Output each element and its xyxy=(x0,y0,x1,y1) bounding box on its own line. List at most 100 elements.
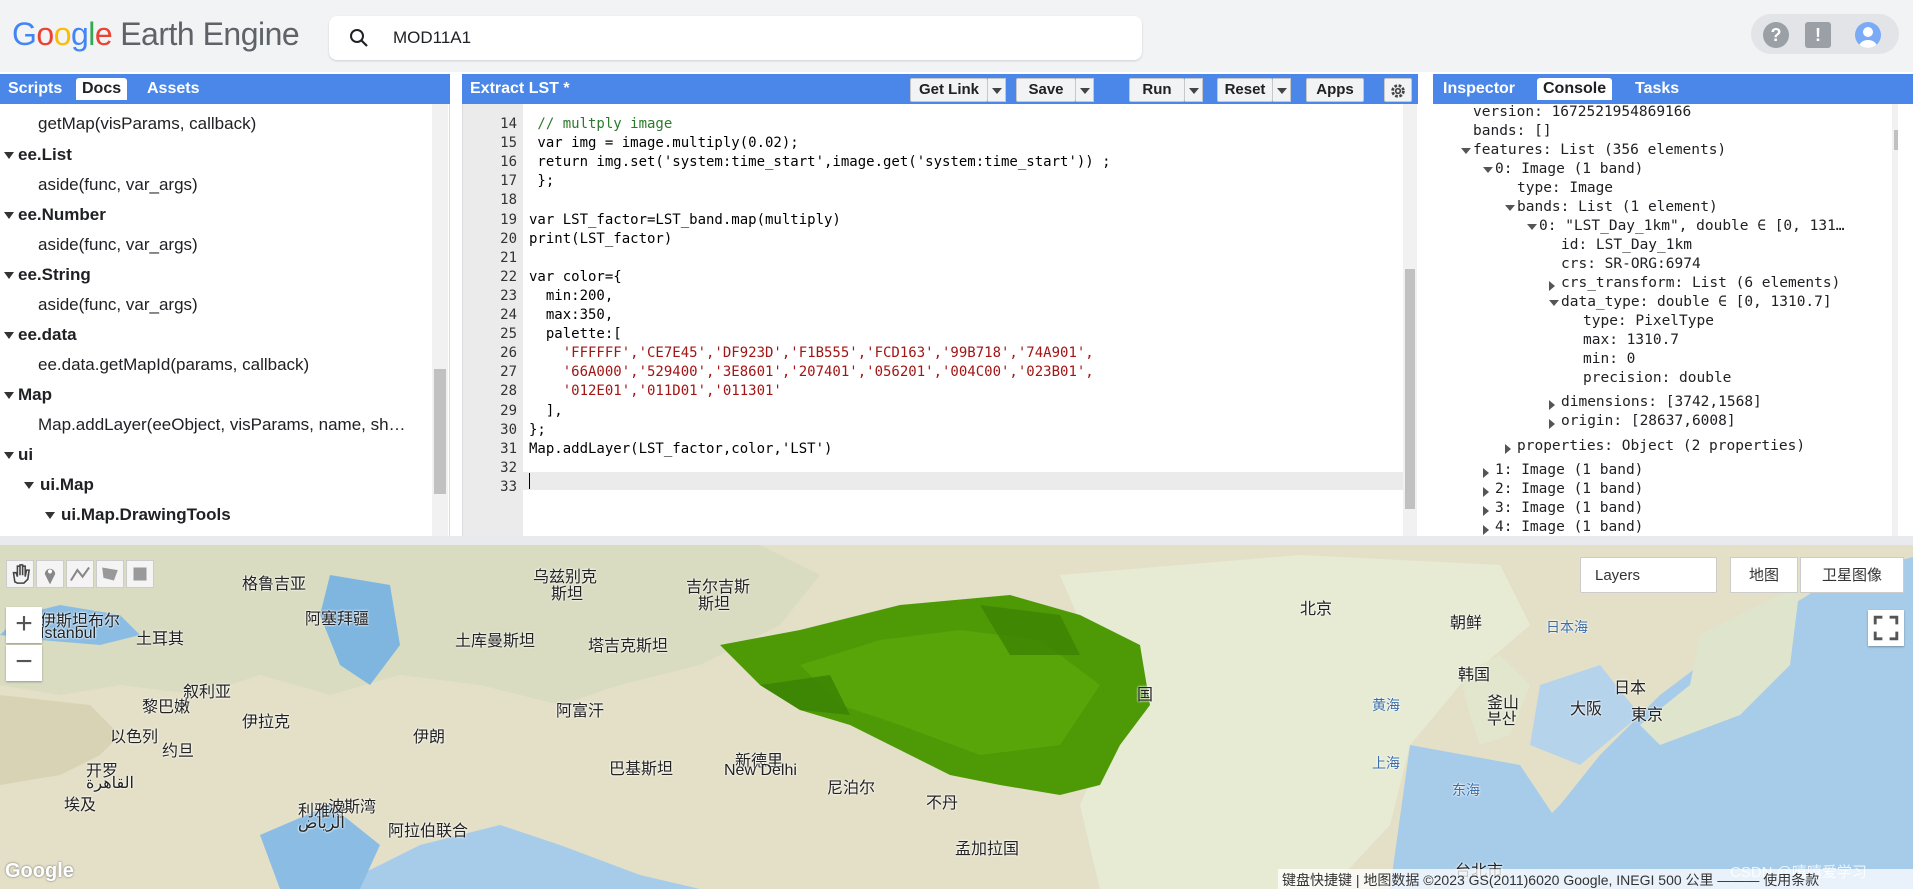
settings-button[interactable] xyxy=(1384,78,1412,102)
console-line[interactable]: origin: [28637,6008] xyxy=(1561,413,1736,429)
code-line[interactable]: Map.addLayer(LST_factor,color,'LST') xyxy=(529,441,832,457)
expand-toggle-icon[interactable] xyxy=(1483,468,1489,478)
expand-caret-icon[interactable] xyxy=(4,212,14,219)
doc-item[interactable]: ee.data.getMapId(params, callback) xyxy=(38,355,309,375)
code-line[interactable]: min:200, xyxy=(529,288,613,304)
console-line[interactable]: 0: Image (1 band) xyxy=(1495,161,1643,177)
doc-item[interactable]: getMap(visParams, callback) xyxy=(38,114,256,134)
doc-group[interactable]: ee.String xyxy=(18,265,91,285)
tab-console[interactable]: Console xyxy=(1537,78,1613,100)
line-icon[interactable] xyxy=(66,560,94,588)
collapse-toggle-icon[interactable] xyxy=(1505,205,1515,211)
rectangle-icon[interactable] xyxy=(126,560,154,588)
console-line[interactable]: 0: "LST_Day_1km", double ∈ [0, 131… xyxy=(1539,218,1845,234)
code-line[interactable]: // multply image xyxy=(529,116,672,132)
expand-caret-icon[interactable] xyxy=(4,152,14,159)
reset-dropdown[interactable] xyxy=(1273,78,1291,102)
doc-group[interactable]: Map xyxy=(18,385,52,405)
search-box[interactable] xyxy=(329,16,1142,60)
google-earth-engine-logo[interactable]: Google Earth Engine xyxy=(12,16,300,53)
console-scrollbar-thumb[interactable] xyxy=(1894,130,1898,150)
code-line[interactable]: return img.set('system:time_start',image… xyxy=(529,154,1110,170)
expand-caret-icon[interactable] xyxy=(4,272,14,279)
code-line[interactable]: max:350, xyxy=(529,307,613,323)
expand-toggle-icon[interactable] xyxy=(1483,506,1489,516)
help-icon[interactable]: ? xyxy=(1763,22,1789,48)
zoom-out-button[interactable]: − xyxy=(6,645,42,681)
collapse-toggle-icon[interactable] xyxy=(1527,224,1537,230)
map-type-button[interactable]: 地图 xyxy=(1730,557,1798,593)
console-line[interactable]: data_type: double ∈ [0, 1310.7] xyxy=(1561,294,1832,310)
tab-assets[interactable]: Assets xyxy=(141,78,205,100)
get-link-button[interactable]: Get Link xyxy=(910,78,988,102)
zoom-in-button[interactable]: + xyxy=(6,607,42,643)
console-scrollbar[interactable] xyxy=(1892,104,1898,536)
console-line[interactable]: crs_transform: List (6 elements) xyxy=(1561,275,1840,291)
doc-group[interactable]: ee.Number xyxy=(18,205,106,225)
expand-toggle-icon[interactable] xyxy=(1483,487,1489,497)
tab-scripts[interactable]: Scripts xyxy=(2,78,68,100)
code-line[interactable]: 'FFFFFF','CE7E45','DF923D','F1B555','FCD… xyxy=(529,345,1094,361)
expand-caret-icon[interactable] xyxy=(4,392,14,399)
save-dropdown[interactable] xyxy=(1076,78,1094,102)
feedback-icon[interactable]: ! xyxy=(1805,22,1831,48)
panel-splitter[interactable] xyxy=(0,536,1913,545)
console-line[interactable]: 1: Image (1 band) xyxy=(1495,462,1643,478)
marker-icon[interactable] xyxy=(36,560,64,588)
tab-tasks[interactable]: Tasks xyxy=(1629,78,1685,100)
hand-icon[interactable] xyxy=(6,560,34,588)
collapse-toggle-icon[interactable] xyxy=(1461,148,1471,154)
code-line[interactable]: ], xyxy=(529,403,563,419)
get-link-dropdown[interactable] xyxy=(988,78,1006,102)
layers-button[interactable]: Layers xyxy=(1580,557,1717,593)
map-attribution[interactable]: 键盘快捷键 | 地图数据 ©2023 GS(2011)6020 Google, … xyxy=(1278,869,1913,889)
doc-item[interactable]: aside(func, var_args) xyxy=(38,295,198,315)
expand-toggle-icon[interactable] xyxy=(1549,419,1555,429)
save-button[interactable]: Save xyxy=(1016,78,1076,102)
run-button[interactable]: Run xyxy=(1129,78,1185,102)
console-line[interactable]: dimensions: [3742,1568] xyxy=(1561,394,1762,410)
account-avatar-icon[interactable] xyxy=(1855,22,1881,48)
expand-caret-icon[interactable] xyxy=(4,452,14,459)
reset-button[interactable]: Reset xyxy=(1217,78,1273,102)
expand-caret-icon[interactable] xyxy=(4,332,14,339)
tab-docs[interactable]: Docs xyxy=(76,78,128,100)
code-line[interactable]: print(LST_factor) xyxy=(529,231,672,247)
doc-group[interactable]: ui xyxy=(18,445,33,465)
console-line[interactable]: 4: Image (1 band) xyxy=(1495,519,1643,535)
console-line[interactable]: bands: List (1 element) xyxy=(1517,199,1718,215)
expand-caret-icon[interactable] xyxy=(24,482,34,489)
doc-item[interactable]: aside(func, var_args) xyxy=(38,235,198,255)
editor-scrollbar-thumb[interactable] xyxy=(1405,269,1415,509)
console-line[interactable]: features: List (356 elements) xyxy=(1473,142,1726,158)
map-canvas[interactable]: 格鲁吉亚 阿塞拜疆 土耳其 伊斯坦布尔 İstanbul 叙利亚 黎巴嫩 以色列 约旦 伊拉克 伊朗… xyxy=(0,545,1913,889)
console-line[interactable]: properties: Object (2 properties) xyxy=(1517,438,1805,454)
code-line[interactable]: var img = image.multiply(0.02); xyxy=(529,135,798,151)
satellite-type-button[interactable]: 卫星图像 xyxy=(1800,557,1904,593)
tab-inspector[interactable]: Inspector xyxy=(1437,78,1521,100)
code-line[interactable]: '66A000','529400','3E8601','207401','056… xyxy=(529,364,1094,380)
collapse-toggle-icon[interactable] xyxy=(1483,167,1493,173)
doc-group[interactable]: ui.Map xyxy=(40,475,94,495)
expand-toggle-icon[interactable] xyxy=(1483,525,1489,535)
apps-button[interactable]: Apps xyxy=(1306,78,1364,102)
code-line[interactable]: var LST_factor=LST_band.map(multiply) xyxy=(529,212,841,228)
docs-scrollbar-thumb[interactable] xyxy=(434,369,446,494)
code-line[interactable]: }; xyxy=(529,422,546,438)
doc-group[interactable]: ee.List xyxy=(18,145,72,165)
expand-caret-icon[interactable] xyxy=(45,512,55,519)
collapse-toggle-icon[interactable] xyxy=(1549,300,1559,306)
code-editor[interactable]: 14 15 16 17 18 19 20 21 22 23 24 25 26 27 28 29 30 31 32 33… xyxy=(462,104,1418,536)
expand-toggle-icon[interactable] xyxy=(1505,444,1511,454)
polygon-icon[interactable] xyxy=(96,560,124,588)
doc-item[interactable]: Map.addLayer(eeObject, visParams, name, … xyxy=(38,415,406,435)
code-line[interactable]: }; xyxy=(529,173,554,189)
docs-scrollbar[interactable] xyxy=(432,104,448,536)
code-line[interactable]: palette:[ xyxy=(529,326,622,342)
doc-group[interactable]: ee.data xyxy=(18,325,77,345)
fullscreen-button[interactable] xyxy=(1868,610,1904,646)
console-line[interactable]: 2: Image (1 band) xyxy=(1495,481,1643,497)
code-line[interactable]: var color={ xyxy=(529,269,622,285)
doc-item[interactable]: aside(func, var_args) xyxy=(38,175,198,195)
search-input[interactable] xyxy=(393,26,1093,50)
